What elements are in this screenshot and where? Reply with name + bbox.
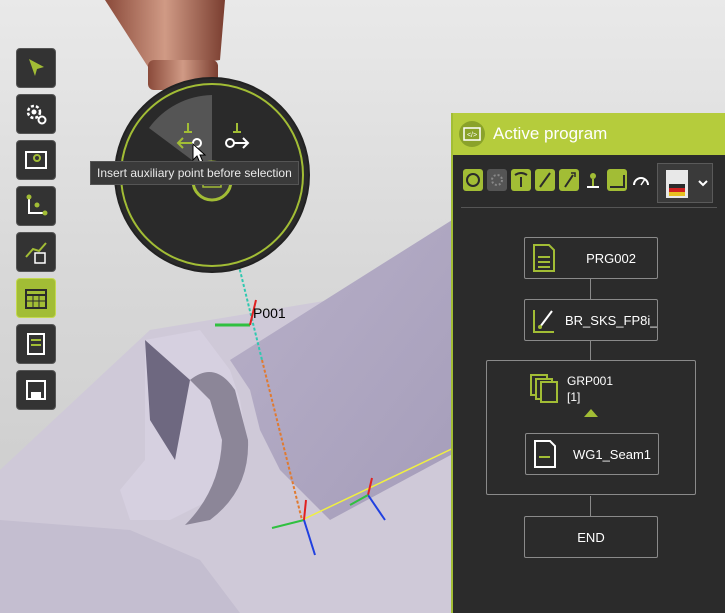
active-program-panel: </> Active program PRG002 BR_SKS_FP8i_..… <box>451 113 725 613</box>
chevron-down-icon <box>698 180 708 187</box>
save-disk-icon <box>26 380 46 400</box>
group-count: [1] <box>567 390 581 404</box>
point-label[interactable]: P001 <box>253 305 286 321</box>
approach-tool-button[interactable] <box>511 169 531 191</box>
pin-tool-button[interactable] <box>583 169 603 191</box>
path-insert-icon <box>25 242 47 264</box>
settings-button[interactable] <box>16 94 56 134</box>
image-map-icon <box>25 151 47 169</box>
group-label: GRP001 [1] <box>567 373 613 405</box>
calendar-tool-button[interactable] <box>16 278 56 318</box>
seam-doc-icon <box>534 440 556 468</box>
tooltip: Insert auxiliary point before selection <box>90 161 299 185</box>
speed-tool-button[interactable] <box>631 169 651 191</box>
torch-icon <box>539 172 551 188</box>
robot-selector-dropdown[interactable] <box>657 163 713 203</box>
program-node[interactable]: PRG002 <box>524 237 658 279</box>
program-doc-icon <box>533 244 555 272</box>
end-node-label: END <box>577 529 605 545</box>
seam-node[interactable]: WG1_Seam1 <box>525 433 659 475</box>
welding-torch <box>105 0 225 70</box>
document-button[interactable] <box>16 324 56 364</box>
axis-frame-icon <box>26 194 48 216</box>
weld-params-icon <box>466 173 480 187</box>
gear-disabled-icon <box>491 174 503 186</box>
panel-header: </> Active program <box>453 113 725 155</box>
end-node[interactable]: END <box>524 516 658 558</box>
select-tool-button[interactable] <box>16 48 56 88</box>
tool-node[interactable]: BR_SKS_FP8i_... <box>524 299 658 341</box>
frame-tool-button[interactable] <box>16 186 56 226</box>
path-tool-button[interactable] <box>16 232 56 272</box>
panel-title: Active program <box>493 124 608 143</box>
svg-text:</>: </> <box>467 132 477 139</box>
gauge-icon <box>633 177 649 186</box>
program-node-label: PRG002 <box>586 250 636 266</box>
calendar-grid-icon <box>25 289 47 309</box>
save-button[interactable] <box>16 370 56 410</box>
approach-icon <box>514 172 528 187</box>
weld-params-button[interactable] <box>463 169 483 191</box>
group-node[interactable]: GRP001 [1] WG1_Seam1 <box>486 360 696 495</box>
image-map-button[interactable] <box>16 140 56 180</box>
collapse-arrow-icon[interactable] <box>584 409 598 417</box>
torch-node-icon <box>533 310 554 333</box>
group-docs-icon <box>530 374 558 403</box>
measure-tool-button[interactable] <box>607 169 627 191</box>
torch-up-icon <box>564 172 576 188</box>
program-code-icon: </> <box>459 121 485 147</box>
torch-tool-button[interactable] <box>535 169 555 191</box>
tool-node-label: BR_SKS_FP8i_... <box>565 312 657 328</box>
disabled-tool-button[interactable] <box>487 169 507 191</box>
seam-node-label: WG1_Seam1 <box>572 446 652 462</box>
settings-gear-icon <box>26 104 47 125</box>
torch-up-tool-button[interactable] <box>559 169 579 191</box>
document-list-icon <box>27 333 45 355</box>
group-name: GRP001 <box>567 374 614 388</box>
pin-icon <box>587 173 599 188</box>
cursor-icon <box>29 59 44 76</box>
measure-icon <box>610 175 625 188</box>
